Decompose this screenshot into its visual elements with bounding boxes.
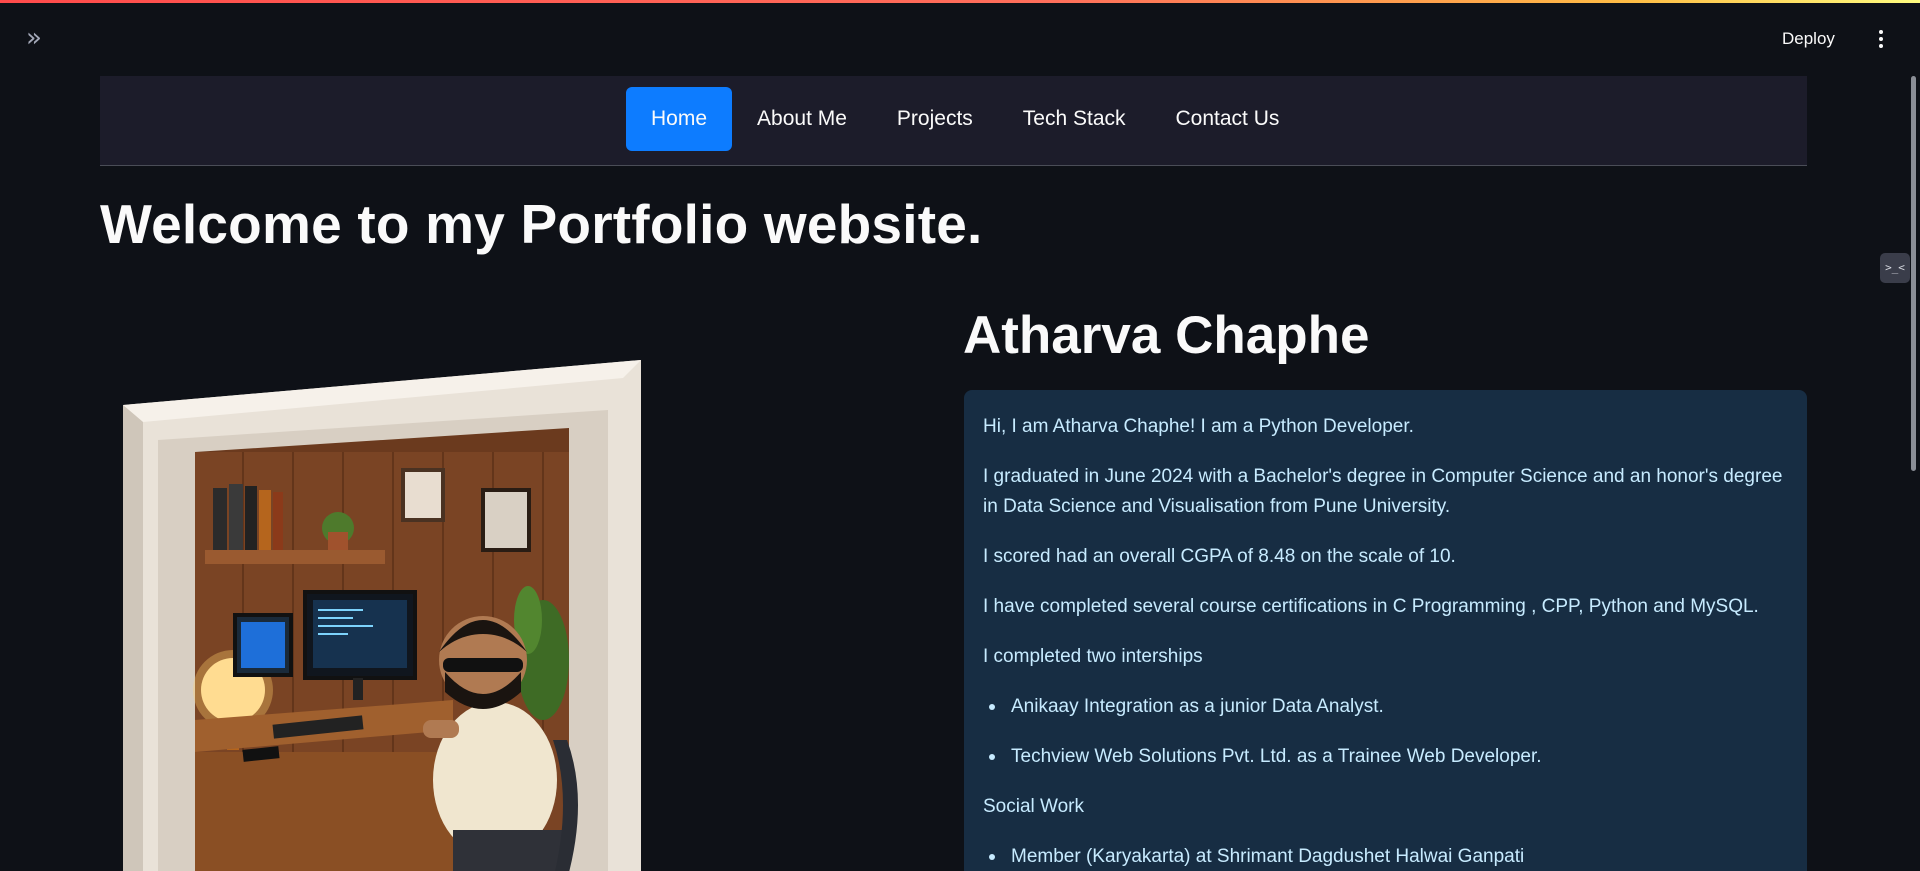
navbar: Home About Me Projects Tech Stack Contac…	[100, 76, 1807, 166]
list-item: Techview Web Solutions Pvt. Ltd. as a Tr…	[989, 742, 1788, 772]
bio-certifications: I have completed several course certific…	[983, 596, 1759, 617]
dev-console-icon[interactable]: >_<	[1880, 253, 1910, 283]
deploy-button[interactable]: Deploy	[1782, 26, 1835, 52]
nav-tab-contact-us[interactable]: Contact Us	[1151, 87, 1305, 151]
nav-tab-home[interactable]: Home	[626, 87, 733, 151]
bio-internships-heading: I completed two interships	[983, 646, 1203, 667]
profile-illustration	[123, 360, 643, 871]
social-work-list: Member (Karyakarta) at Shrimant Dagdushe…	[989, 842, 1788, 871]
bio-education: I graduated in June 2024 with a Bachelor…	[983, 466, 1783, 517]
bio-intro: Hi, I am Atharva Chaphe! I am a Python D…	[983, 416, 1414, 437]
nav-tabs: Home About Me Projects Tech Stack Contac…	[626, 87, 1304, 151]
internships-list: Anikaay Integration as a junior Data Ana…	[989, 692, 1788, 772]
list-item: Member (Karyakarta) at Shrimant Dagdushe…	[989, 842, 1788, 871]
bio-info-card: Hi, I am Atharva Chaphe! I am a Python D…	[964, 390, 1807, 871]
expand-sidebar-icon[interactable]: »	[26, 25, 54, 52]
list-item: Anikaay Integration as a junior Data Ana…	[989, 692, 1788, 722]
main-menu-icon[interactable]	[1872, 26, 1890, 52]
nav-tab-about-me[interactable]: About Me	[732, 87, 872, 151]
nav-tab-projects[interactable]: Projects	[872, 87, 998, 151]
page-title: Welcome to my Portfolio website.	[100, 193, 983, 255]
profile-name-heading: Atharva Chaphe	[963, 306, 1370, 365]
top-accent-bar	[0, 0, 1920, 3]
nav-tab-tech-stack[interactable]: Tech Stack	[998, 87, 1151, 151]
bio-social-heading: Social Work	[983, 796, 1085, 817]
bio-cgpa: I scored had an overall CGPA of 8.48 on …	[983, 546, 1456, 567]
page-scrollbar[interactable]	[1911, 76, 1916, 471]
